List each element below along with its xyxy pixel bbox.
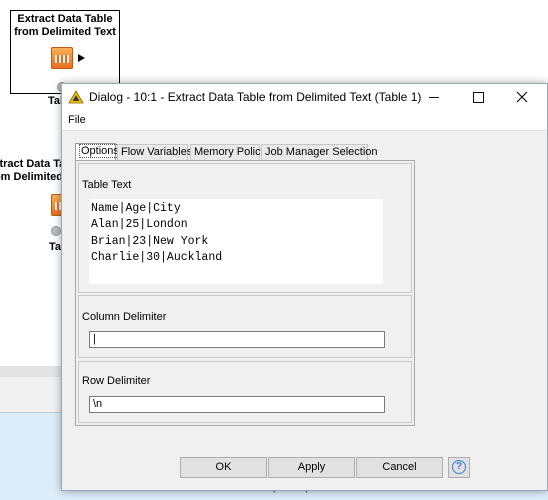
tab-job-manager-selection[interactable]: Job Manager Selection [261,144,378,160]
tab-memory-policy[interactable]: Memory Policy [190,144,266,160]
row-delimiter-group: Row Delimiter \n [78,361,412,423]
menu-bar: File [62,110,547,131]
output-port-icon[interactable] [78,54,85,62]
maximize-icon[interactable] [456,84,500,110]
node-dialog: Dialog - 10:1 - Extract Data Table from … [61,83,548,491]
table-text-label: Table Text [82,179,132,191]
ok-button[interactable]: OK [180,457,267,478]
column-delimiter-field[interactable]: | [89,331,385,348]
options-panel: Table Text Name|Age|City Alan|25|London … [75,160,415,426]
table-text-group: Table Text Name|Age|City Alan|25|London … [78,163,412,293]
minimize-icon[interactable] [412,84,456,110]
help-button[interactable]: ? [448,457,470,478]
menu-file[interactable]: File [68,114,86,126]
help-icon: ? [452,460,466,474]
title-bar[interactable]: Dialog - 10:1 - Extract Data Table from … [62,84,547,110]
node-status-icon [51,226,61,236]
table-text-area[interactable]: Name|Age|City Alan|25|London Brian|23|Ne… [89,199,383,284]
column-delimiter-label: Column Delimiter [82,311,167,323]
column-delimiter-group: Column Delimiter | [78,295,412,358]
dialog-title: Dialog - 10:1 - Extract Data Table from … [89,90,422,104]
apply-button[interactable]: Apply [268,457,355,478]
tab-options[interactable]: Options [75,143,121,161]
close-icon[interactable] [500,84,544,110]
row-delimiter-label: Row Delimiter [82,375,151,387]
row-delimiter-field[interactable]: \n [89,396,385,413]
cancel-button[interactable]: Cancel [356,457,443,478]
node-title: Extract Data Table from Delimited Text [14,13,116,38]
node-table-icon[interactable] [51,47,73,69]
tab-flow-variables[interactable]: Flow Variables [117,144,192,160]
knime-triangle-icon [68,90,84,104]
